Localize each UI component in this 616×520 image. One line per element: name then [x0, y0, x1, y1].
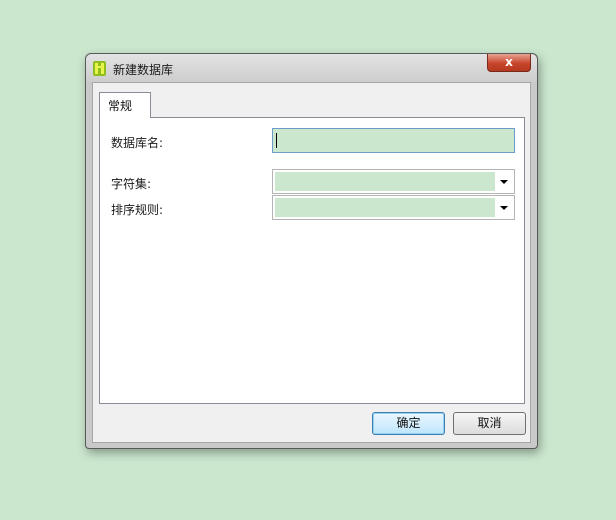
database-app-icon [93, 61, 106, 76]
collation-value-box [275, 198, 495, 217]
chevron-down-icon[interactable] [497, 175, 511, 189]
tab-general-label: 常规 [108, 99, 133, 113]
charset-select[interactable] [272, 169, 515, 194]
close-button[interactable]: x [487, 54, 531, 72]
chevron-down-icon[interactable] [497, 201, 511, 215]
collation-label: 排序规则: [111, 203, 164, 217]
ok-button[interactable]: 确定 [372, 412, 445, 435]
window-title: 新建数据库 [113, 63, 174, 77]
dialog-client-area: 常规 数据库名: 字符集: 排序规则: 确定 取消 [92, 82, 531, 443]
new-database-dialog: 新建数据库 x 常规 数据库名: 字符集: 排序规则: 确定 取消 [85, 53, 538, 449]
general-tab-panel: 数据库名: 字符集: 排序规则: [99, 117, 525, 404]
database-name-input[interactable] [272, 128, 515, 153]
collation-select[interactable] [272, 195, 515, 220]
text-caret [276, 133, 277, 148]
close-icon: x [505, 55, 513, 69]
cancel-button[interactable]: 取消 [453, 412, 526, 435]
database-name-label: 数据库名: [111, 136, 164, 150]
tab-general[interactable]: 常规 [99, 92, 151, 118]
charset-value-box [275, 172, 495, 191]
charset-label: 字符集: [111, 177, 152, 191]
title-bar[interactable]: 新建数据库 x [86, 54, 537, 82]
